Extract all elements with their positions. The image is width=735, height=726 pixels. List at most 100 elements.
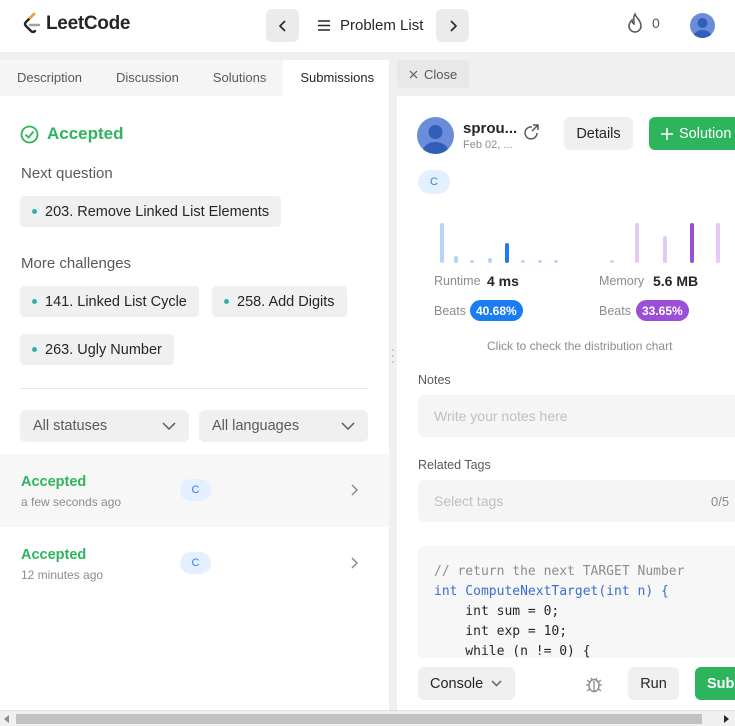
chevron-right-icon <box>351 484 359 496</box>
scroll-right-arrow-icon[interactable] <box>724 715 730 723</box>
chart-bar <box>454 256 458 263</box>
related-tags-label: Related Tags <box>418 458 491 472</box>
tab-bar: Description Discussion Solutions Submiss… <box>0 60 389 96</box>
submission-row[interactable]: Accepted a few seconds ago C <box>0 454 389 527</box>
avatar-person-icon <box>693 18 712 38</box>
streak-count: 0 <box>652 15 660 31</box>
chevron-right-icon <box>351 557 359 569</box>
runtime-distribution-chart[interactable] <box>437 218 567 264</box>
language-filter-select[interactable]: All languages <box>199 410 368 442</box>
debug-bug-icon[interactable] <box>584 674 604 694</box>
difficulty-dot <box>224 299 229 304</box>
submission-status: Accepted <box>21 547 87 563</box>
chart-bar <box>663 236 667 263</box>
submitter-name[interactable]: sprou... <box>463 120 517 137</box>
problem-list-button[interactable]: Problem List <box>310 9 431 42</box>
accepted-status: Accepted <box>20 124 124 144</box>
tab-discussion[interactable]: Discussion <box>99 60 196 96</box>
challenge-chip[interactable]: 141. Linked List Cycle <box>20 286 199 317</box>
chart-bar <box>554 260 558 263</box>
run-button[interactable]: Run <box>628 667 679 700</box>
submission-status: Accepted <box>21 474 87 490</box>
language-filter-value: All languages <box>212 418 300 434</box>
scrollbar-thumb[interactable] <box>16 714 702 724</box>
next-question-title: 203. Remove Linked List Elements <box>45 203 270 220</box>
difficulty-dot <box>32 347 37 352</box>
chart-bar-selected <box>690 223 694 263</box>
tab-solutions[interactable]: Solutions <box>196 60 283 96</box>
memory-distribution-chart[interactable] <box>602 218 732 264</box>
pane-resize-handle[interactable] <box>389 60 397 710</box>
runtime-beats-badge: 40.68% <box>470 300 523 321</box>
code-line: int exp = 10; <box>434 624 568 639</box>
submission-time: 12 minutes ago <box>21 568 104 582</box>
chart-bar <box>470 260 474 263</box>
tags-count: 0/5 <box>711 493 730 509</box>
console-button[interactable]: Console <box>418 667 515 700</box>
chart-bar <box>716 223 720 263</box>
flame-icon <box>628 12 642 33</box>
memory-beats-label: Beats <box>599 304 631 318</box>
language-badge: C <box>418 170 450 194</box>
horizontal-scrollbar[interactable] <box>0 710 735 726</box>
problem-list-label: Problem List <box>340 17 424 34</box>
challenge-title: 141. Linked List Cycle <box>45 293 187 310</box>
chart-bar <box>610 260 614 263</box>
streak-counter[interactable]: 0 <box>626 12 660 34</box>
post-solution-button[interactable]: Solution <box>649 117 735 150</box>
share-icon[interactable] <box>523 124 540 141</box>
challenge-title: 263. Ugly Number <box>45 341 162 358</box>
challenge-chip[interactable]: 258. Add Digits <box>212 286 347 317</box>
section-divider <box>20 388 368 389</box>
difficulty-dot <box>32 299 37 304</box>
runtime-value: 4 ms <box>487 273 519 289</box>
chart-bar <box>635 223 639 263</box>
tags-select[interactable]: Select tags 0/5 <box>418 480 735 522</box>
next-question-chip[interactable]: 203. Remove Linked List Elements <box>20 196 282 227</box>
submitter-avatar <box>417 117 454 154</box>
memory-beats-badge: 33.65% <box>636 300 689 321</box>
user-avatar[interactable] <box>690 13 715 38</box>
language-badge: C <box>180 552 211 574</box>
status-filter-select[interactable]: All statuses <box>20 410 189 442</box>
close-button[interactable]: Close <box>397 60 470 88</box>
submissions-panel: Description Discussion Solutions Submiss… <box>0 60 389 710</box>
code-line: int ComputeNextTarget(int n) { <box>434 584 669 599</box>
chart-bar-selected <box>505 243 509 263</box>
status-filter-value: All statuses <box>33 418 108 434</box>
details-button[interactable]: Details <box>564 117 633 150</box>
chart-bar <box>440 223 444 263</box>
list-icon <box>318 20 330 31</box>
notes-input[interactable]: Write your notes here <box>418 395 735 437</box>
challenge-title: 258. Add Digits <box>237 293 335 310</box>
logo-text: LeetCode <box>46 13 131 34</box>
submission-time: a few seconds ago <box>21 495 122 509</box>
solution-label: Solution <box>679 125 732 142</box>
code-line: int sum = 0; <box>434 604 560 619</box>
next-problem-button[interactable] <box>436 9 469 42</box>
close-icon <box>409 70 418 78</box>
runtime-beats-label: Beats <box>434 304 466 318</box>
chevron-down-icon <box>162 421 176 430</box>
drag-handle-icon <box>392 349 394 363</box>
scroll-left-arrow-icon[interactable] <box>4 715 10 723</box>
more-challenges-label: More challenges <box>21 255 132 272</box>
code-viewer[interactable]: // return the next TARGET Number int Com… <box>418 546 735 661</box>
close-label: Close <box>424 66 458 82</box>
status-title: Accepted <box>47 124 124 143</box>
leetcode-logo[interactable]: LeetCode <box>22 12 130 36</box>
distribution-chart-hint[interactable]: Click to check the distribution chart <box>487 339 672 353</box>
difficulty-dot <box>32 209 37 214</box>
tab-description[interactable]: Description <box>0 60 99 96</box>
runtime-label: Runtime <box>434 274 481 288</box>
challenge-chip[interactable]: 263. Ugly Number <box>20 334 174 365</box>
editor-action-bar: Console Run Subm <box>397 658 735 710</box>
submit-button[interactable]: Subm <box>695 667 735 700</box>
chart-bar <box>538 260 542 263</box>
submission-row[interactable]: Accepted 12 minutes ago C <box>0 527 389 600</box>
chevron-down-icon <box>491 680 502 687</box>
tab-submissions[interactable]: Submissions <box>283 60 389 96</box>
submission-detail-panel: sprou... Feb 02, ... Details Solution C … <box>397 96 735 710</box>
chevron-right-icon <box>449 19 457 32</box>
prev-problem-button[interactable] <box>266 9 299 42</box>
